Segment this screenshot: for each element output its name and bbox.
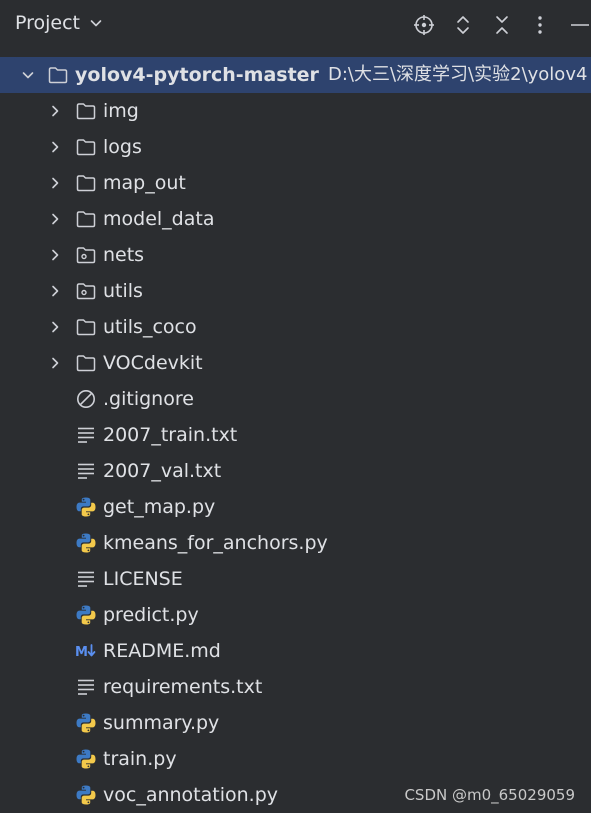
- more-vertical-icon: [538, 16, 542, 34]
- root-folder-path: D:\大三\深度学习\实验2\yolov4: [328, 64, 588, 85]
- tree-item-label: map_out: [103, 172, 186, 194]
- tree-item-label: .gitignore: [103, 388, 194, 410]
- chevron-right-icon[interactable]: [48, 248, 62, 262]
- tree-item-label: utils_coco: [103, 316, 197, 338]
- tree-item[interactable]: utils: [0, 273, 591, 309]
- package-folder-icon: [76, 283, 96, 300]
- tree-item-label: nets: [103, 244, 145, 266]
- python-file-icon: [76, 605, 96, 625]
- tree-item[interactable]: summary.py: [0, 705, 591, 741]
- tree-item[interactable]: nets: [0, 237, 591, 273]
- tree-item-label: utils: [103, 280, 143, 302]
- chevron-right-icon[interactable]: [48, 284, 62, 298]
- tree-item-label: predict.py: [103, 604, 199, 626]
- locate-file-button[interactable]: [412, 13, 436, 37]
- project-view-selector[interactable]: Project: [15, 12, 103, 34]
- tree-item[interactable]: img: [0, 93, 591, 129]
- text-file-icon: [78, 463, 94, 479]
- folder-icon: [76, 211, 96, 228]
- package-folder-icon: [76, 247, 96, 264]
- svg-text:M: M: [75, 645, 88, 660]
- chevron-right-icon[interactable]: [48, 140, 62, 154]
- collapse-all-button[interactable]: [490, 13, 514, 37]
- tree-item[interactable]: get_map.py: [0, 489, 591, 525]
- expand-all-button[interactable]: [451, 13, 475, 37]
- tree-root-row[interactable]: yolov4-pytorch-master D:\大三\深度学习\实验2\yol…: [0, 57, 591, 93]
- tree-item-label: summary.py: [103, 712, 220, 734]
- tree-item[interactable]: kmeans_for_anchors.py: [0, 525, 591, 561]
- tree-item[interactable]: 2007_train.txt: [0, 417, 591, 453]
- tree-item[interactable]: train.py: [0, 741, 591, 777]
- tree-item[interactable]: logs: [0, 129, 591, 165]
- expand-all-icon: [457, 16, 469, 34]
- text-file-icon: [78, 571, 94, 587]
- collapse-all-icon: [496, 16, 508, 34]
- tree-item-label: train.py: [103, 748, 177, 770]
- chevron-right-icon[interactable]: [48, 356, 62, 370]
- folder-icon: [76, 175, 96, 192]
- tree-item[interactable]: 2007_val.txt: [0, 453, 591, 489]
- chevron-right-icon[interactable]: [48, 212, 62, 226]
- python-file-icon: [76, 533, 96, 553]
- text-file-icon: [78, 679, 94, 695]
- tree-item-label: 2007_val.txt: [103, 460, 222, 482]
- tree-item[interactable]: model_data: [0, 201, 591, 237]
- tree-item-label: voc_annotation.py: [103, 784, 278, 806]
- folder-icon: [48, 67, 68, 84]
- chevron-down-icon[interactable]: [21, 68, 35, 82]
- tree-item-label: kmeans_for_anchors.py: [103, 532, 328, 554]
- root-folder-name: yolov4-pytorch-master: [75, 64, 319, 86]
- crosshair-icon: [414, 15, 434, 35]
- chevron-right-icon[interactable]: [48, 104, 62, 118]
- tool-window-header: Project: [0, 0, 591, 50]
- markdown-file-icon: M: [75, 644, 96, 660]
- python-file-icon: [76, 713, 96, 733]
- tree-item-label: logs: [103, 136, 142, 158]
- folder-icon: [76, 139, 96, 156]
- chevron-right-icon[interactable]: [48, 320, 62, 334]
- tree-item[interactable]: M README.md: [0, 633, 591, 669]
- python-file-icon: [76, 785, 96, 805]
- tree-item-label: VOCdevkit: [103, 352, 203, 374]
- folder-icon: [76, 319, 96, 336]
- tree-item[interactable]: requirements.txt: [0, 669, 591, 705]
- hide-window-button[interactable]: [568, 13, 591, 37]
- chevron-right-icon[interactable]: [48, 176, 62, 190]
- tree-item[interactable]: predict.py: [0, 597, 591, 633]
- tree-item-label: model_data: [103, 208, 215, 230]
- folder-icon: [76, 103, 96, 120]
- tool-window-title: Project: [15, 12, 81, 34]
- minimize-icon: [571, 24, 589, 26]
- ignore-file-icon: [77, 390, 95, 408]
- tree-item-label: 2007_train.txt: [103, 424, 238, 446]
- text-file-icon: [78, 427, 94, 443]
- chevron-down-icon: [90, 20, 102, 27]
- tree-item[interactable]: VOCdevkit: [0, 345, 591, 381]
- tree-item[interactable]: utils_coco: [0, 309, 591, 345]
- project-tree: yolov4-pytorch-master D:\大三\深度学习\实验2\yol…: [0, 57, 591, 813]
- tree-item-label: img: [103, 100, 139, 122]
- folder-icon: [76, 355, 96, 372]
- options-menu-button[interactable]: [528, 13, 552, 37]
- tree-item-label: get_map.py: [103, 496, 216, 518]
- python-file-icon: [76, 749, 96, 769]
- tree-item[interactable]: map_out: [0, 165, 591, 201]
- tree-item-label: requirements.txt: [103, 676, 263, 698]
- tree-item-label: LICENSE: [103, 568, 183, 590]
- python-file-icon: [76, 497, 96, 517]
- tree-item[interactable]: LICENSE: [0, 561, 591, 597]
- project-tool-window: Project yolov4-pytorch-master D:\大三\深度学习…: [0, 0, 591, 813]
- watermark: CSDN @m0_65029059: [404, 786, 575, 804]
- tree-item-label: README.md: [103, 640, 221, 662]
- tree-item[interactable]: .gitignore: [0, 381, 591, 417]
